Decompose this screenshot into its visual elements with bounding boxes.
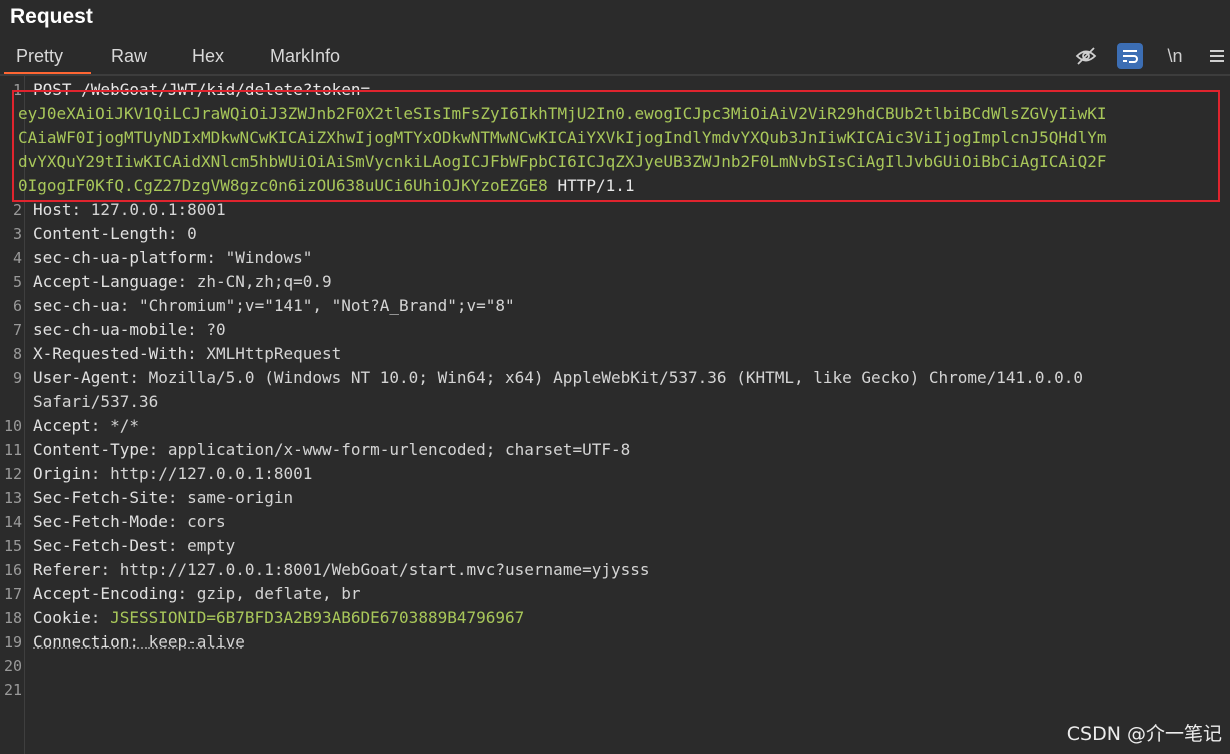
header-line: 8 X-Requested-With: XMLHttpRequest [0, 342, 1230, 366]
line-number: 18 [3, 609, 22, 627]
line-number: 2 [12, 201, 22, 219]
header-line: 5 Accept-Language: zh-CN,zh;q=0.9 [0, 270, 1230, 294]
line-number: 13 [3, 489, 22, 507]
header-value: keep-alive [148, 632, 245, 651]
header-line: 12 Origin: http://127.0.0.1:8001 [0, 462, 1230, 486]
header-value: zh-CN,zh;q=0.9 [196, 272, 332, 291]
header-line: 18 Cookie: JSESSIONID=6B7BFD3A2B93AB6DE67… [0, 606, 1230, 630]
header-key: Sec-Fetch-Site [33, 488, 168, 507]
header-value: "Chromium";v="141", "Not?A_Brand";v="8" [138, 296, 515, 315]
menu-icon[interactable] [1203, 42, 1230, 70]
header-key: Accept-Language [33, 272, 178, 291]
header-line: 7 sec-ch-ua-mobile: ?0 [0, 318, 1230, 342]
header-value: gzip, deflate, br [196, 584, 361, 603]
header-value: 0 [187, 224, 197, 243]
tab-raw[interactable]: Raw [111, 46, 147, 67]
header-key: Origin [33, 464, 91, 483]
line-number: 14 [3, 513, 22, 531]
header-line: 11 Content-Type: application/x-www-form-u… [0, 438, 1230, 462]
header-line: 9 User-Agent: Mozilla/5.0 (Windows NT 10.… [0, 366, 1230, 390]
header-value: application/x-www-form-urlencoded; chars… [167, 440, 631, 459]
request-editor[interactable]: 1 POST /WebGoat/JWT/kid/delete?token= ey… [0, 76, 1230, 754]
header-value: */* [110, 416, 139, 435]
header-key: Connection [33, 632, 130, 651]
line-number: 5 [12, 273, 22, 291]
header-key: Host [33, 200, 72, 219]
header-line: 16 Referer: http://127.0.0.1:8001/WebGoat… [0, 558, 1230, 582]
header-key: Sec-Fetch-Mode [33, 512, 168, 531]
tab-hex[interactable]: Hex [192, 46, 224, 67]
header-line: 2 Host: 127.0.0.1:8001 [0, 198, 1230, 222]
header-line: 17 Accept-Encoding: gzip, deflate, br [0, 582, 1230, 606]
line-number: 15 [3, 537, 22, 555]
tab-pretty[interactable]: Pretty [3, 46, 92, 75]
header-line: 13 Sec-Fetch-Site: same-origin [0, 486, 1230, 510]
header-key: Content-Length [33, 224, 168, 243]
token-highlight-box [12, 90, 1220, 202]
header-key: sec-ch-ua-platform [33, 248, 207, 267]
header-key: sec-ch-ua-mobile [33, 320, 188, 339]
line-number: 21 [3, 681, 22, 699]
line-number: 3 [12, 225, 22, 243]
header-key: Accept [33, 416, 91, 435]
header-value: XMLHttpRequest [206, 344, 342, 363]
line-number: 17 [3, 585, 22, 603]
empty-line: 20 [0, 654, 1230, 678]
empty-line: 21 [0, 678, 1230, 702]
header-key: sec-ch-ua [33, 296, 120, 315]
header-line: 3 Content-Length: 0 [0, 222, 1230, 246]
header-line: 4 sec-ch-ua-platform: "Windows" [0, 246, 1230, 270]
line-number: 8 [12, 345, 22, 363]
header-line: 15 Sec-Fetch-Dest: empty [0, 534, 1230, 558]
header-line-wrap: Safari/537.36 [0, 390, 1230, 414]
header-value: same-origin [187, 488, 294, 507]
line-number: 10 [3, 417, 22, 435]
header-key: Accept-Encoding [33, 584, 178, 603]
header-key: Cookie [33, 608, 91, 627]
header-value: cors [187, 512, 226, 531]
header-value: "Windows" [225, 248, 313, 267]
watermark: CSDN @介一笔记 [1066, 723, 1222, 745]
line-number: 19 [3, 633, 22, 651]
header-key: User-Agent [33, 368, 130, 387]
header-value: Mozilla/5.0 (Windows NT 10.0; Win64; x64… [148, 368, 1083, 387]
header-key: Referer [33, 560, 101, 579]
header-key: Sec-Fetch-Dest [33, 536, 168, 555]
header-line: 19 Connection: keep-alive [0, 630, 1230, 654]
header-value: http://127.0.0.1:8001/WebGoat/start.mvc?… [119, 560, 650, 579]
wrap-icon[interactable] [1117, 43, 1143, 69]
header-line: 6 sec-ch-ua: "Chromium";v="141", "Not?A_B… [0, 294, 1230, 318]
header-value: Safari/537.36 [33, 392, 159, 411]
cookie-value: JSESSIONID=6B7BFD3A2B93AB6DE6703889B4796… [110, 608, 525, 627]
header-value: empty [187, 536, 236, 555]
header-value: http://127.0.0.1:8001 [110, 464, 313, 483]
view-tabs: Pretty Raw Hex MarkInfo \n [0, 42, 1230, 75]
line-number: 7 [12, 321, 22, 339]
line-number: 12 [3, 465, 22, 483]
line-number: 16 [3, 561, 22, 579]
newline-icon[interactable]: \n [1161, 42, 1189, 70]
header-line: 14 Sec-Fetch-Mode: cors [0, 510, 1230, 534]
header-line: 10 Accept: */* [0, 414, 1230, 438]
header-key: X-Requested-With [33, 344, 188, 363]
line-number: 9 [12, 369, 22, 387]
line-number: 20 [3, 657, 22, 675]
header-key: Content-Type [33, 440, 149, 459]
header-value: 127.0.0.1:8001 [90, 200, 226, 219]
panel-title: Request [10, 5, 93, 28]
line-number: 6 [12, 297, 22, 315]
line-number: 4 [12, 249, 22, 267]
line-number: 11 [3, 441, 22, 459]
header-value: ?0 [206, 320, 226, 339]
eye-off-icon[interactable] [1072, 42, 1100, 70]
tab-markinfo[interactable]: MarkInfo [270, 46, 340, 67]
